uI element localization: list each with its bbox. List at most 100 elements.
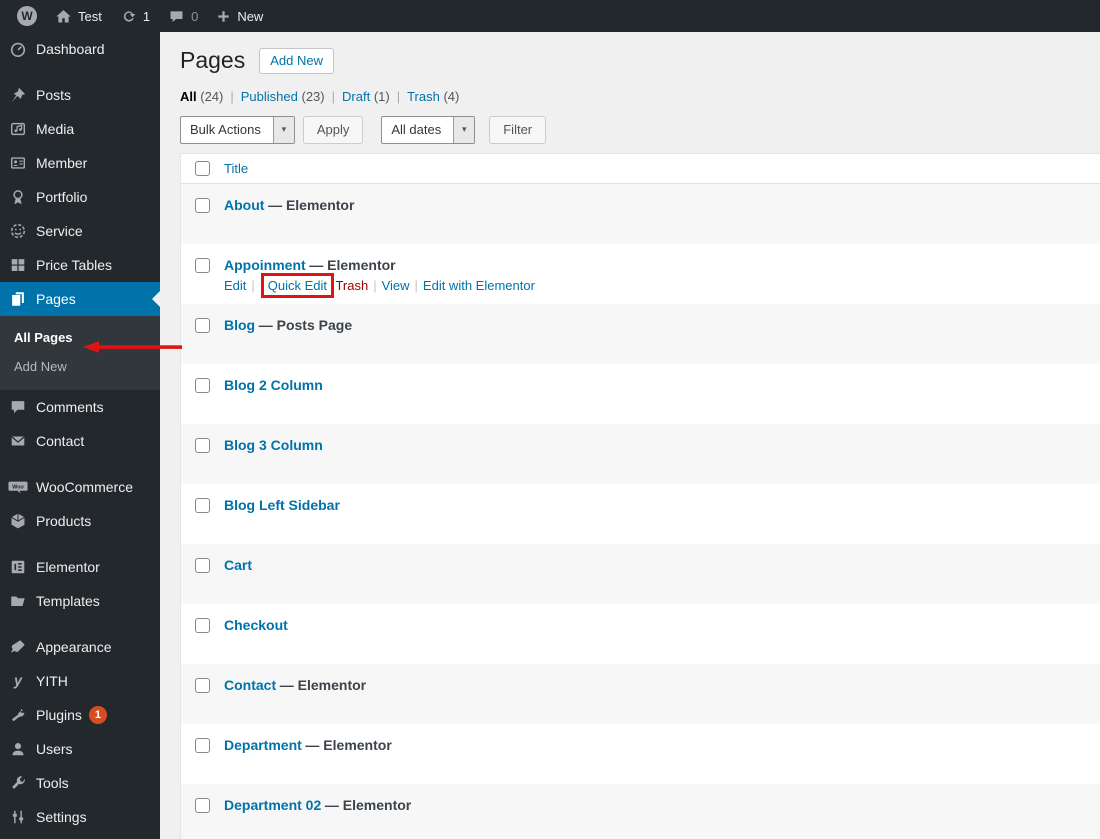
quick-edit-action-link[interactable]: Quick Edit (268, 278, 327, 293)
select-row-checkbox[interactable] (195, 737, 210, 753)
media-icon (8, 120, 28, 138)
sidebar-item-products[interactable]: Products (0, 504, 160, 538)
page-title-link[interactable]: Contact (224, 677, 276, 693)
new-content-link[interactable]: New (207, 0, 272, 32)
select-row-checkbox[interactable] (195, 617, 210, 633)
select-row-checkbox[interactable] (195, 437, 210, 453)
yith-icon: y (8, 672, 28, 690)
sidebar-item-appearance[interactable]: Appearance (0, 630, 160, 664)
plug-icon (8, 706, 28, 724)
page-title-link[interactable]: About (224, 197, 264, 213)
page-title-link[interactable]: Blog (224, 317, 255, 333)
table-row: Blog 3 Column (181, 423, 1100, 484)
sidebar-item-label: Tools (36, 775, 69, 791)
comments-link[interactable]: 0 (159, 0, 207, 32)
apply-button[interactable]: Apply (302, 115, 364, 144)
sidebar-item-users[interactable]: Users (0, 732, 160, 766)
column-title-sort-link[interactable]: Title (224, 161, 248, 176)
edit-action-link[interactable]: Edit (224, 278, 246, 293)
sidebar-item-contact[interactable]: Contact (0, 424, 160, 458)
sidebar-item-label: Elementor (36, 559, 100, 575)
dates-filter-select[interactable]: All dates ▾ (381, 115, 476, 144)
filter-button[interactable]: Filter (489, 115, 547, 144)
wordpress-menu[interactable]: W (8, 0, 46, 32)
sidebar-item-media[interactable]: Media (0, 112, 160, 146)
post-state-label: — Elementor (268, 196, 355, 213)
select-row-checkbox[interactable] (195, 257, 210, 273)
select-row-checkbox[interactable] (195, 317, 210, 333)
select-all-checkbox[interactable] (195, 160, 210, 176)
pushpin-icon (8, 86, 28, 104)
sidebar-item-plugins[interactable]: Plugins 1 (0, 698, 160, 732)
comment-bubble-icon (168, 8, 185, 25)
table-row: About — Elementor (181, 183, 1100, 244)
sidebar-item-label: Users (36, 741, 73, 757)
sidebar-item-yith[interactable]: y YITH (0, 664, 160, 698)
sidebar-item-elementor[interactable]: Elementor (0, 550, 160, 584)
view-action-link[interactable]: View (382, 278, 410, 293)
main-content: Pages Add New All (24) | Published (23) | Dr… (160, 32, 1100, 839)
sidebar-item-posts[interactable]: Posts (0, 78, 160, 112)
table-body: About — Elementor Appoinment — Elementor… (181, 183, 1100, 839)
site-name-link[interactable]: Test (46, 0, 111, 32)
page-title-link[interactable]: Blog Left Sidebar (224, 497, 340, 513)
page-title-link[interactable]: Cart (224, 557, 252, 573)
filter-published-link[interactable]: Published (241, 89, 298, 104)
page-title-link[interactable]: Checkout (224, 617, 288, 633)
select-row-checkbox[interactable] (195, 497, 210, 513)
sidebar-item-label: Plugins (36, 707, 82, 723)
wordpress-admin-pages-screen: { "admin_bar": { "site_name": "Test", "u… (0, 0, 1100, 839)
submenu-item-add-new[interactable]: Add New (0, 352, 160, 381)
user-icon (8, 740, 28, 758)
select-row-checkbox[interactable] (195, 677, 210, 693)
sidebar-item-tools[interactable]: Tools (0, 766, 160, 800)
comment-icon (8, 398, 28, 416)
sidebar-item-service[interactable]: Service (0, 214, 160, 248)
page-title-link[interactable]: Blog 3 Column (224, 437, 323, 453)
updates-link[interactable]: 1 (111, 0, 159, 32)
edit-with-elementor-action-link[interactable]: Edit with Elementor (423, 278, 535, 293)
separator: | (331, 88, 336, 104)
menu-separator (0, 66, 160, 78)
sidebar-item-label: Dashboard (36, 41, 105, 57)
sidebar-item-portfolio[interactable]: Portfolio (0, 180, 160, 214)
separator: | (414, 277, 418, 293)
sidebar-item-label: Contact (36, 433, 85, 449)
sidebar-item-member[interactable]: Member (0, 146, 160, 180)
select-row-checkbox[interactable] (195, 377, 210, 393)
table-header-row: Title (181, 153, 1100, 184)
plus-icon (216, 9, 231, 24)
post-state-label: — Elementor (309, 256, 396, 273)
sidebar-item-settings[interactable]: Settings (0, 800, 160, 834)
sidebar-item-label: Comments (36, 399, 104, 415)
trash-action-link[interactable]: Trash (335, 278, 368, 293)
table-row: Department 02 — Elementor (181, 783, 1100, 839)
bulk-actions-select[interactable]: Bulk Actions ▾ (180, 115, 295, 144)
pages-icon (8, 290, 28, 308)
sidebar-item-label: Products (36, 513, 92, 529)
update-count: 1 (142, 8, 151, 24)
page-title-link[interactable]: Blog 2 Column (224, 377, 323, 393)
sidebar-item-pages[interactable]: Pages (0, 282, 160, 316)
sidebar-item-dashboard[interactable]: Dashboard (0, 32, 160, 66)
page-title-link[interactable]: Department (224, 737, 302, 753)
filter-trash-link[interactable]: Trash (407, 89, 440, 104)
cube-icon (8, 512, 28, 530)
home-icon (55, 8, 72, 25)
page-title-link[interactable]: Appoinment (224, 257, 306, 273)
envelope-icon (8, 432, 28, 450)
menu-separator (0, 458, 160, 470)
select-row-checkbox[interactable] (195, 797, 210, 813)
sidebar-item-price-tables[interactable]: Price Tables (0, 248, 160, 282)
table-row: Contact — Elementor (181, 663, 1100, 724)
add-new-button[interactable]: Add New (259, 47, 334, 75)
select-row-checkbox[interactable] (195, 197, 210, 213)
page-title-link[interactable]: Department 02 (224, 797, 321, 813)
filter-draft-link[interactable]: Draft (342, 89, 370, 104)
filter-all-link[interactable]: All (180, 89, 197, 104)
select-row-checkbox[interactable] (195, 557, 210, 573)
post-state-label: — Elementor (305, 736, 392, 753)
sidebar-item-templates[interactable]: Templates (0, 584, 160, 618)
sidebar-item-comments[interactable]: Comments (0, 390, 160, 424)
sidebar-item-woocommerce[interactable]: Woo WooCommerce (0, 470, 160, 504)
